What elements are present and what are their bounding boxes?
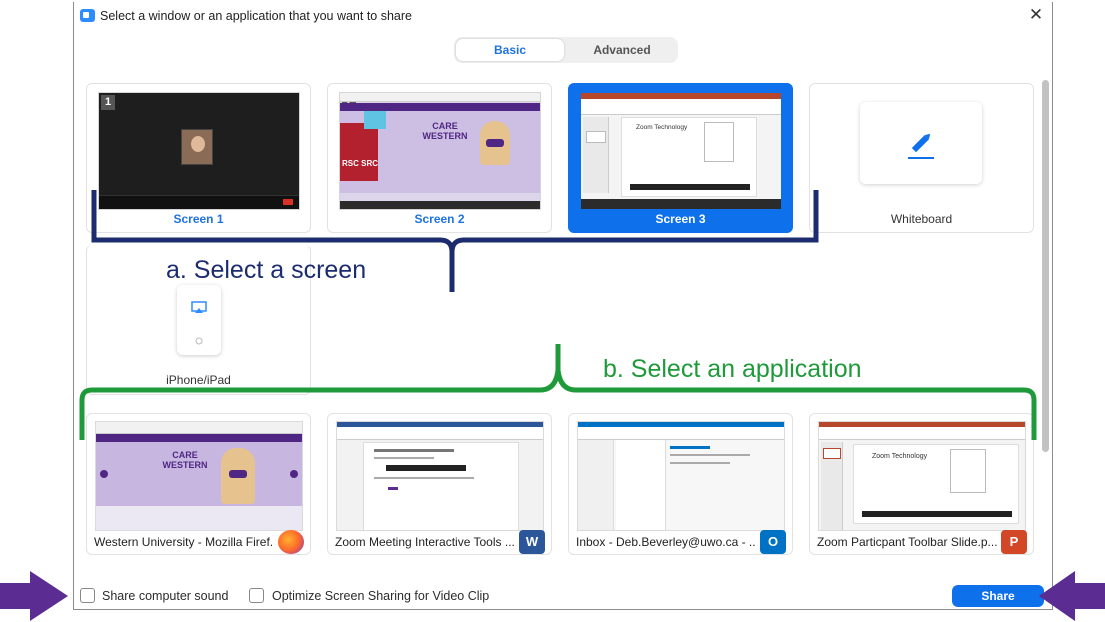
right-arrow xyxy=(1039,571,1105,621)
annotated-screenshot: Select a window or an application that y… xyxy=(0,0,1105,622)
left-arrow xyxy=(0,571,68,621)
annotation-select-screen: a. Select a screen xyxy=(166,256,367,284)
application-bracket xyxy=(79,344,1037,440)
annotation-select-application: b. Select an application xyxy=(603,355,862,383)
annotation-overlay xyxy=(0,190,1105,621)
